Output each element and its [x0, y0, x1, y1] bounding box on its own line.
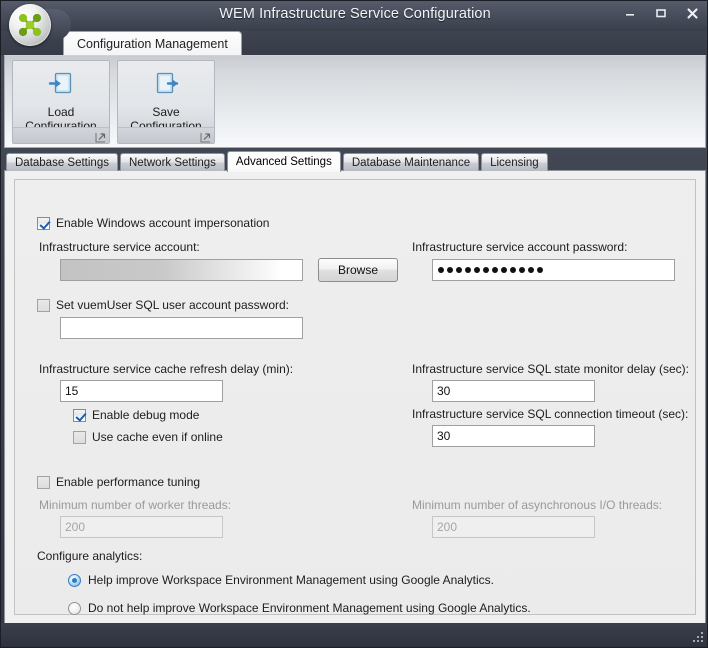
checkbox-box: [37, 216, 50, 230]
enable-impersonation-label: Enable Windows account impersonation: [56, 216, 270, 230]
content-area: Database Settings Network Settings Advan…: [4, 151, 706, 624]
checkbox-box: [73, 408, 86, 422]
service-account-input[interactable]: [60, 259, 303, 281]
enable-impersonation-checkbox[interactable]: Enable Windows account impersonation: [37, 216, 269, 230]
sql-connection-timeout-input[interactable]: [432, 425, 595, 447]
load-configuration-dialog-launcher-icon[interactable]: [95, 130, 106, 143]
tab-label: Licensing: [490, 156, 539, 169]
tab-label: Advanced Settings: [235, 156, 332, 168]
radio-dot: [68, 573, 81, 587]
service-account-password-input[interactable]: [432, 259, 675, 281]
async-io-threads-label: Minimum number of asynchronous I/O threa…: [412, 498, 663, 512]
resize-grip-icon[interactable]: [691, 630, 705, 644]
browse-button[interactable]: Browse: [318, 258, 398, 282]
enable-debug-mode-checkbox[interactable]: Enable debug mode: [73, 408, 199, 422]
load-configuration-icon: [13, 70, 109, 98]
application-window: WEM Infrastructure Service Configuration: [0, 0, 708, 648]
cache-refresh-delay-input[interactable]: [60, 380, 223, 402]
sql-connection-timeout-label: Infrastructure service SQL connection ti…: [412, 407, 689, 421]
vuemuser-password-input[interactable]: [60, 317, 303, 339]
wem-molecule-logo-icon: [9, 4, 51, 46]
tab-advanced-settings[interactable]: Advanced Settings: [226, 151, 341, 172]
checkbox-box: [73, 430, 86, 444]
window-controls: [619, 3, 703, 23]
checkbox-box: [37, 298, 50, 312]
advanced-settings-groupbox: Enable Windows account impersonation Inf…: [14, 179, 696, 615]
sql-state-monitor-delay-input[interactable]: [432, 380, 595, 402]
worker-threads-input[interactable]: [60, 516, 223, 538]
radio-dot: [68, 601, 81, 615]
minimize-button[interactable]: [619, 3, 641, 23]
set-vuemuser-password-checkbox[interactable]: Set vuemUser SQL user account password:: [37, 298, 289, 312]
status-bar: [1, 623, 707, 647]
analytics-opt-out-label: Do not help improve Workspace Environmen…: [88, 601, 531, 615]
ribbon-tab-label: Configuration Management: [77, 37, 228, 51]
cache-refresh-delay-label: Infrastructure service cache refresh del…: [39, 362, 294, 376]
tab-label: Database Settings: [15, 156, 109, 169]
ribbon-tab-configuration-management[interactable]: Configuration Management: [63, 31, 242, 56]
analytics-opt-out-radio[interactable]: Do not help improve Workspace Environmen…: [68, 601, 531, 615]
tab-label: Database Maintenance: [351, 156, 471, 169]
service-account-password-wrap: [432, 259, 675, 281]
tab-database-maintenance[interactable]: Database Maintenance: [342, 153, 480, 171]
settings-tab-strip: Database Settings Network Settings Advan…: [6, 151, 548, 172]
ribbon-panel: Load Configuration Save Configuration: [4, 55, 706, 148]
advanced-settings-panel: Enable Windows account impersonation Inf…: [4, 170, 706, 624]
enable-performance-tuning-label: Enable performance tuning: [56, 475, 201, 489]
checkbox-box: [37, 475, 50, 489]
configure-analytics-label: Configure analytics:: [37, 549, 143, 563]
tab-label: Network Settings: [128, 156, 216, 169]
use-cache-even-if-online-label: Use cache even if online: [92, 430, 223, 444]
worker-threads-label: Minimum number of worker threads:: [39, 498, 232, 512]
tab-licensing[interactable]: Licensing: [481, 153, 548, 171]
analytics-opt-in-radio[interactable]: Help improve Workspace Environment Manag…: [68, 573, 494, 587]
analytics-opt-in-label: Help improve Workspace Environment Manag…: [88, 573, 494, 587]
async-io-threads-input[interactable]: [432, 516, 595, 538]
enable-debug-mode-label: Enable debug mode: [92, 408, 200, 422]
save-configuration-button[interactable]: Save Configuration: [117, 60, 215, 144]
service-account-label: Infrastructure service account:: [39, 240, 200, 254]
tab-network-settings[interactable]: Network Settings: [119, 153, 225, 171]
sql-state-monitor-delay-label: Infrastructure service SQL state monitor…: [412, 362, 689, 376]
service-account-password-label: Infrastructure service account password:: [412, 240, 628, 254]
tab-database-settings[interactable]: Database Settings: [6, 153, 118, 171]
enable-performance-tuning-checkbox[interactable]: Enable performance tuning: [37, 475, 200, 489]
close-button[interactable]: [681, 3, 703, 23]
use-cache-even-if-online-checkbox[interactable]: Use cache even if online: [73, 430, 223, 444]
browse-button-label: Browse: [337, 263, 378, 277]
title-bar[interactable]: WEM Infrastructure Service Configuration: [1, 1, 707, 31]
set-vuemuser-password-label: Set vuemUser SQL user account password:: [56, 298, 289, 312]
maximize-button[interactable]: [650, 3, 672, 23]
save-configuration-dialog-launcher-icon[interactable]: [200, 130, 211, 143]
save-configuration-icon: [118, 70, 214, 98]
load-configuration-button[interactable]: Load Configuration: [12, 60, 110, 144]
window-title: WEM Infrastructure Service Configuration: [219, 6, 491, 22]
ribbon-tab-strip: Configuration Management: [1, 31, 707, 56]
